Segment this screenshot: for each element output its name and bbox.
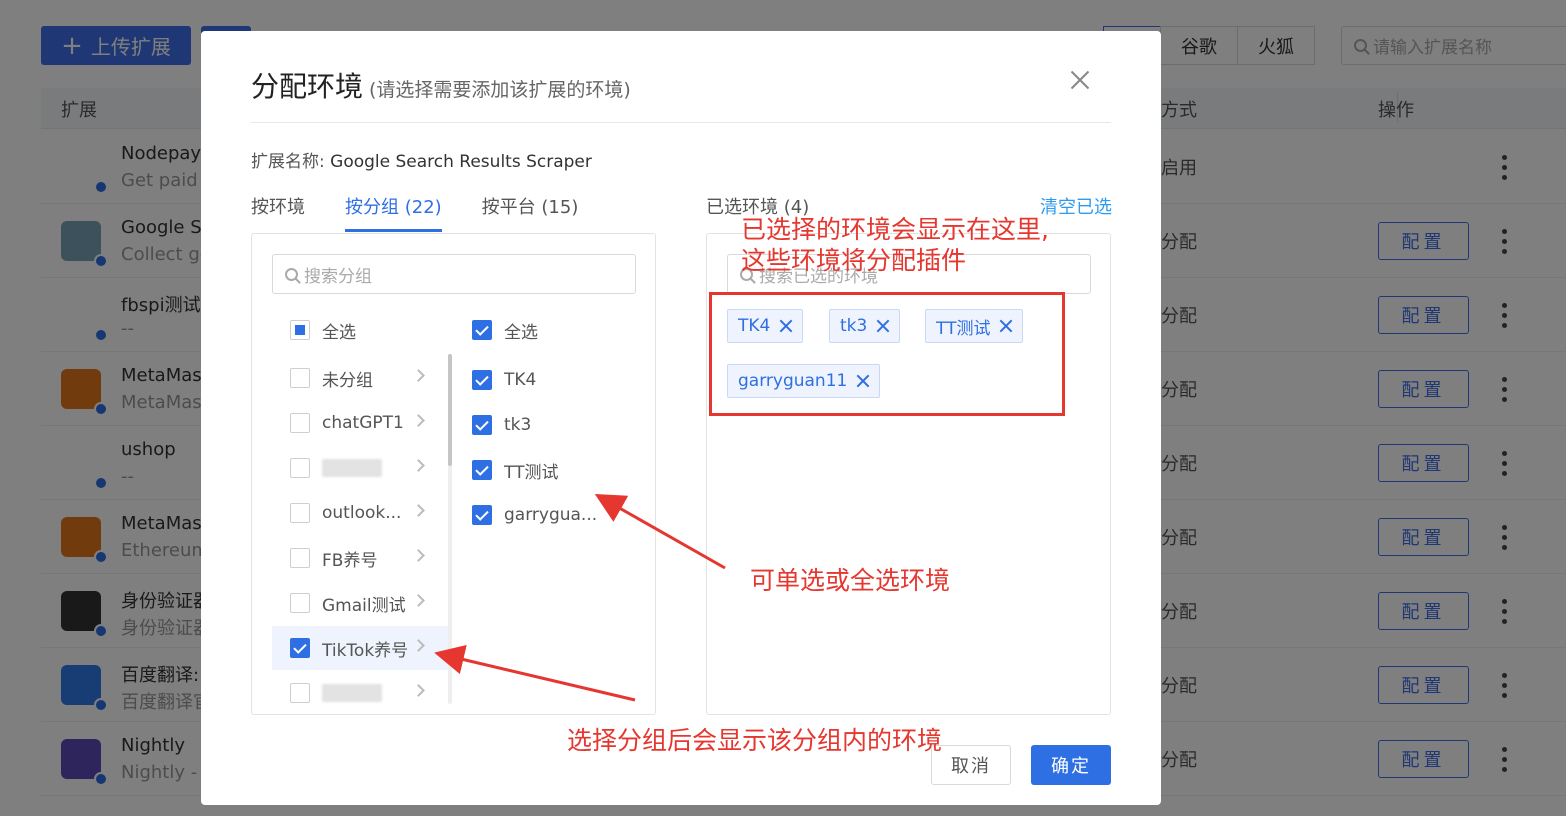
group-item[interactable] <box>272 446 448 490</box>
chevron-right-icon <box>412 414 425 427</box>
group-item-checkbox[interactable] <box>290 458 310 478</box>
tab-by-platform[interactable]: 按平台 (15) <box>482 193 579 232</box>
group-item-checkbox[interactable] <box>290 683 310 703</box>
group-item-label-blurred <box>322 684 382 702</box>
annotation-highlight-box <box>709 292 1065 416</box>
group-item-label: FB养号 <box>322 550 378 571</box>
group-item-checkbox[interactable] <box>290 413 310 433</box>
group-item-label: TikTok养号 <box>322 640 409 661</box>
assign-tabs: 按环境 按分组 (22) 按平台 (15) <box>251 193 618 232</box>
env-item-checkbox[interactable] <box>472 460 492 480</box>
cancel-button[interactable]: 取消 <box>931 745 1011 785</box>
search-icon <box>285 267 298 281</box>
group-item-checkbox[interactable] <box>290 503 310 523</box>
group-select-all-label: 全选 <box>322 322 356 343</box>
group-select-all[interactable]: 全选 <box>272 308 448 352</box>
group-panel: 搜索分组 全选 未分组 chatGPT1 outlook... FB养号 Gmail测试… <box>251 233 656 715</box>
dialog-title-text: 分配环境 <box>251 70 364 103</box>
chevron-right-icon <box>412 594 425 607</box>
env-item-checkbox[interactable] <box>472 370 492 390</box>
annotation-selected-note-line1: 已选择的环境会显示在这里, <box>741 215 1049 244</box>
extension-name-label: 扩展名称: <box>251 152 325 172</box>
chevron-right-icon <box>412 549 425 562</box>
group-item-checkbox[interactable] <box>290 593 310 613</box>
group-item-label: 未分组 <box>322 370 373 391</box>
group-item[interactable]: FB养号 <box>272 536 448 580</box>
annotation-group-note: 选择分组后会显示该分组内的环境 <box>567 726 943 755</box>
env-item[interactable]: tk3 <box>472 405 531 445</box>
dialog-title: 分配环境 (请选择需要添加该扩展的环境) <box>251 65 631 105</box>
assign-environment-dialog: 分配环境 (请选择需要添加该扩展的环境) 扩展名称: Google Search … <box>201 31 1161 805</box>
env-select-all-checkbox[interactable] <box>472 320 492 340</box>
scrollbar-thumb[interactable] <box>448 354 452 466</box>
group-item-checkbox[interactable] <box>290 638 310 658</box>
group-search-placeholder: 搜索分组 <box>304 266 372 287</box>
env-item[interactable]: garrygua... <box>472 495 597 535</box>
env-item[interactable]: TK4 <box>472 360 536 400</box>
env-item-label: garrygua... <box>504 505 598 525</box>
annotation-selected-note: 已选择的环境会显示在这里, 这些环境将分配插件 <box>741 214 1049 277</box>
extension-name: 扩展名称: Google Search Results Scraper <box>251 147 592 172</box>
tab-by-environment[interactable]: 按环境 <box>251 193 305 232</box>
env-item-label: tk3 <box>504 415 532 435</box>
annotation-single-or-all: 可单选或全选环境 <box>750 566 951 595</box>
group-item-label: outlook... <box>322 503 402 523</box>
env-item-checkbox[interactable] <box>472 415 492 435</box>
env-item-label: TK4 <box>504 370 537 390</box>
group-item-label: chatGPT1 <box>322 413 404 433</box>
group-list-scrollbar[interactable] <box>448 354 452 704</box>
group-item-checkbox[interactable] <box>290 368 310 388</box>
chevron-right-icon <box>412 369 425 382</box>
chevron-right-icon <box>412 504 425 517</box>
dialog-subtitle: (请选择需要添加该扩展的环境) <box>369 79 631 101</box>
env-select-all-label: 全选 <box>504 322 538 343</box>
confirm-button[interactable]: 确定 <box>1031 745 1111 785</box>
chevron-right-icon <box>412 639 425 652</box>
group-select-all-checkbox[interactable] <box>290 320 310 340</box>
tab-by-group[interactable]: 按分组 (22) <box>345 193 442 232</box>
group-item-label-blurred <box>322 459 382 477</box>
group-item[interactable]: TikTok养号 <box>272 626 448 670</box>
close-icon[interactable] <box>1069 69 1091 91</box>
group-search-input[interactable]: 搜索分组 <box>272 254 636 294</box>
env-item-label: TT测试 <box>504 462 559 483</box>
title-divider <box>251 122 1111 123</box>
group-item[interactable]: outlook... <box>272 491 448 535</box>
env-item-checkbox[interactable] <box>472 505 492 525</box>
group-item[interactable]: 未分组 <box>272 356 448 400</box>
group-item[interactable]: Gmail测试 <box>272 581 448 625</box>
env-item[interactable]: TT测试 <box>472 450 558 490</box>
group-item-label: Gmail测试 <box>322 595 406 616</box>
chevron-right-icon <box>412 459 425 472</box>
annotation-selected-note-line2: 这些环境将分配插件 <box>741 246 967 276</box>
extension-name-value: Google Search Results Scraper <box>330 152 592 172</box>
group-item[interactable]: chatGPT1 <box>272 401 448 445</box>
env-select-all[interactable]: 全选 <box>472 310 538 350</box>
chevron-right-icon <box>412 684 425 697</box>
group-item[interactable] <box>272 671 448 715</box>
clear-selected-link[interactable]: 清空已选 <box>1040 193 1112 219</box>
group-item-checkbox[interactable] <box>290 548 310 568</box>
